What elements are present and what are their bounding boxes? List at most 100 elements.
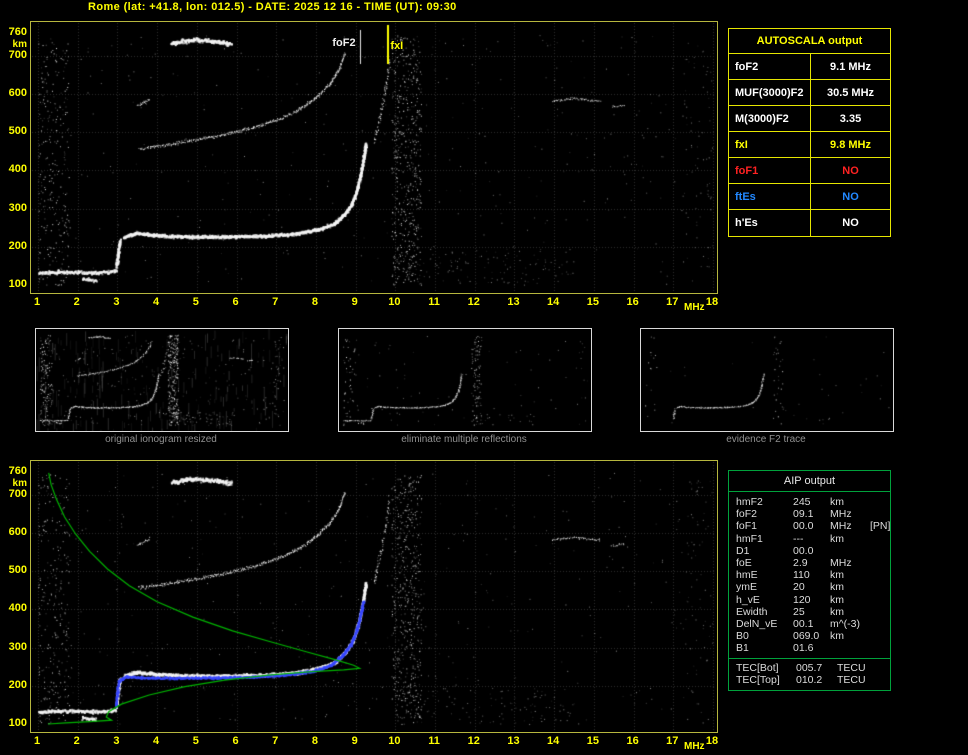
- x-tick-label: 4: [153, 735, 160, 747]
- x-tick-label: 7: [272, 296, 279, 308]
- aip-param-label: foF2: [736, 508, 758, 521]
- x-tick-label: 3: [113, 296, 120, 308]
- autoscala-value: NO: [842, 165, 859, 177]
- autoscala-param-label: h'Es: [729, 210, 811, 236]
- aip-value: 110: [793, 569, 810, 582]
- autoscala-value: 3.35: [839, 113, 862, 125]
- aip-extra: [870, 496, 890, 508]
- aip-row: foF1 00.0 MHz [PN]: [729, 520, 890, 532]
- aip-extra: [PN]: [870, 520, 891, 533]
- aip-unit: km: [830, 593, 844, 606]
- x-tick-label: 18: [705, 296, 719, 308]
- x-tick-label: 11: [428, 735, 440, 747]
- y-tick-label: 500: [8, 564, 27, 577]
- x-tick-label: 3: [113, 735, 120, 747]
- aip-param-label: Ewidth: [736, 605, 768, 618]
- autoscala-table: AUTOSCALA output foF2 9.1 MHz MUF(3000)F2 3…: [728, 28, 891, 237]
- aip-value: 005.7: [796, 661, 823, 674]
- autoscala-param-label: M(3000)F2: [729, 106, 811, 131]
- y-tick-label: 400: [8, 602, 27, 615]
- aip-value: 120: [793, 593, 811, 606]
- aip-row: foF2 09.1 MHz: [729, 508, 890, 520]
- aip-tec-rows: TEC[Bot] 005.7 TECU TEC[Top] 010.2 TECU: [729, 657, 890, 690]
- autoscala-param-label: ftEs: [729, 184, 811, 209]
- autoscala-row: M(3000)F2 3.35: [729, 106, 890, 132]
- aip-unit: km: [830, 569, 844, 582]
- aip-extra: [870, 630, 890, 642]
- y-axis-unit: km: [12, 478, 27, 489]
- autoscala-row: foF2 9.1 MHz: [729, 54, 890, 80]
- y-tick-label: 760: [8, 26, 27, 38]
- thumbnail-original-ionogram: [35, 328, 289, 432]
- autoscala-value: 30.5 MHz: [826, 87, 875, 99]
- aip-param-label: D1: [736, 544, 750, 557]
- aip-param-label: DelN_vE: [736, 618, 778, 631]
- y-tick-label: 600: [8, 87, 27, 100]
- aip-row: DelN_vE 00.1 m^(-3): [729, 618, 890, 630]
- aip-unit: MHz: [830, 508, 852, 521]
- x-tick-label: 5: [192, 296, 199, 308]
- aip-param-label: foE: [736, 557, 752, 570]
- aip-unit: m^(-3): [830, 618, 861, 631]
- aip-unit: MHz: [830, 557, 852, 570]
- autoscala-row: fxI 9.8 MHz: [729, 132, 890, 158]
- aip-value: 25: [793, 605, 805, 618]
- aip-param-label: B1: [736, 642, 749, 655]
- aip-unit: km: [830, 605, 844, 618]
- aip-value: 2.9: [793, 557, 808, 570]
- x-tick-label: 18: [705, 735, 719, 747]
- aip-table: AIP output hmF2 245 km foF2 09.1 MHz foF1 00.0 M…: [728, 470, 891, 692]
- x-tick-label: 6: [232, 296, 239, 308]
- aip-unit: km: [830, 496, 844, 508]
- aip-extra: [870, 557, 890, 569]
- ionogram-plot-bottom: [30, 460, 718, 733]
- autoscala-rows: foF2 9.1 MHz MUF(3000)F2 30.5 MHz M(3000)F2 3…: [729, 54, 890, 236]
- aip-row: hmE 110 km: [729, 569, 890, 581]
- autoscala-window: Rome (lat: +41.8, lon: 012.5) - DATE: 20…: [0, 0, 968, 755]
- aip-rows: hmF2 245 km foF2 09.1 MHz foF1 00.0 MHz [PN] hmF1 -…: [729, 492, 890, 658]
- x-tick-label: 13: [507, 735, 520, 747]
- thumbnail-evidence-f2-trace: [640, 328, 894, 432]
- aip-param-label: B0: [736, 630, 749, 643]
- autoscala-value: 9.1 MHz: [830, 61, 871, 73]
- y-axis-unit: km: [12, 39, 27, 50]
- x-tick-label: 10: [388, 735, 401, 747]
- aip-param-label: hmE: [736, 569, 758, 582]
- autoscala-header: AUTOSCALA output: [729, 29, 890, 54]
- x-tick-label: 4: [153, 296, 160, 308]
- x-tick-label: 17: [666, 296, 679, 308]
- aip-value: 00.1: [793, 618, 814, 631]
- thumbnail-caption-eliminate: eliminate multiple reflections: [401, 434, 527, 445]
- autoscala-param-label: MUF(3000)F2: [729, 80, 811, 105]
- aip-param-label: ymE: [736, 581, 757, 594]
- aip-extra: [870, 618, 890, 630]
- autoscala-value: 9.8 MHz: [830, 139, 871, 151]
- thumbnail-caption-original: original ionogram resized: [105, 434, 217, 445]
- aip-unit: km: [830, 532, 844, 545]
- aip-unit: TECU: [837, 661, 866, 674]
- aip-value: ---: [793, 532, 804, 545]
- aip-param-label: TEC[Top]: [736, 673, 780, 686]
- x-tick-label: 2: [73, 735, 80, 747]
- aip-value: 00.0: [793, 520, 814, 533]
- ionogram-plot-top: [30, 21, 718, 294]
- y-tick-label: 500: [8, 125, 27, 138]
- autoscala-row: ftEs NO: [729, 184, 890, 210]
- x-tick-label: 17: [666, 735, 679, 747]
- x-tick-label: 15: [586, 296, 599, 308]
- x-tick-label: 12: [467, 735, 480, 747]
- x-tick-label: 1: [33, 296, 41, 308]
- x-tick-label: 9: [351, 735, 358, 747]
- aip-row: TEC[Bot] 005.7 TECU: [729, 662, 890, 674]
- y-tick-label: 700: [8, 48, 27, 61]
- aip-extra: [870, 569, 890, 581]
- x-tick-label: 15: [586, 735, 599, 747]
- autoscala-row: h'Es NO: [729, 210, 890, 236]
- x-axis-unit: MHz: [684, 741, 705, 752]
- aip-row: TEC[Top] 010.2 TECU: [729, 674, 890, 686]
- y-tick-label: 100: [8, 717, 27, 729]
- aip-param-label: TEC[Bot]: [736, 661, 779, 674]
- aip-extra: [870, 594, 890, 606]
- aip-header: AIP output: [729, 471, 890, 492]
- aip-param-label: hmF1: [736, 532, 763, 545]
